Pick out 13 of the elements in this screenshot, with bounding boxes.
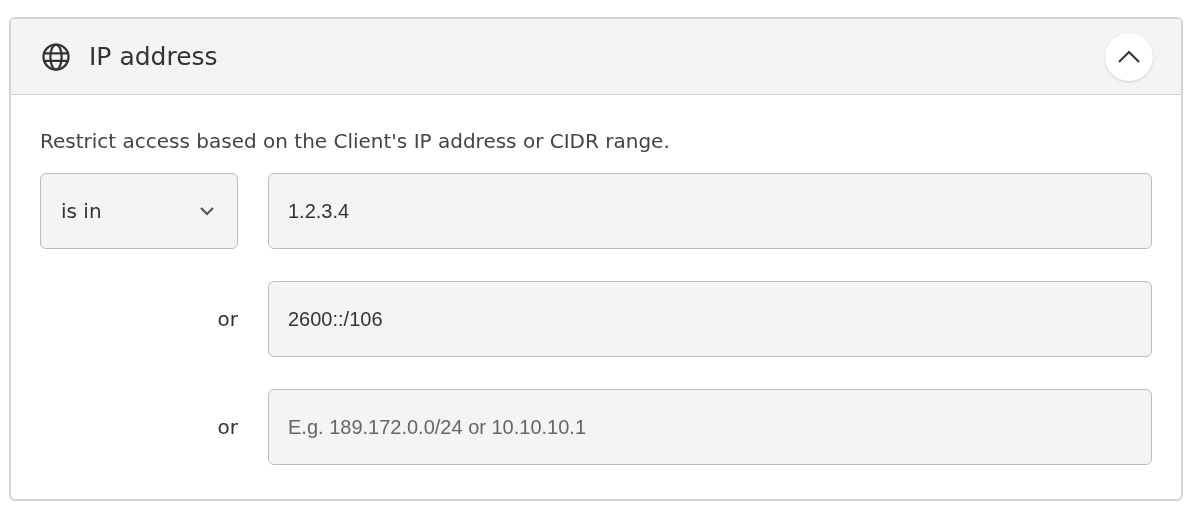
panel-header[interactable]: IP address [11,19,1181,95]
description-text: Restrict access based on the Client's IP address or CIDR range. [40,129,671,153]
chevron-up-icon [1117,49,1141,64]
panel-title: IP address [89,42,218,71]
or-label: or [217,415,238,439]
or-label: or [217,307,238,331]
collapse-button[interactable] [1105,32,1153,81]
globe-icon [41,41,71,72]
operator-dropdown[interactable]: is in [40,173,238,249]
ip-input-field[interactable]: 1.2.3.4 [268,173,1152,249]
chevron-down-icon [199,206,215,216]
ip-input-field[interactable]: 2600::/106 [268,281,1152,357]
ip-input-field[interactable]: E.g. 189.172.0.0/24 or 10.10.10.1 [268,389,1152,465]
